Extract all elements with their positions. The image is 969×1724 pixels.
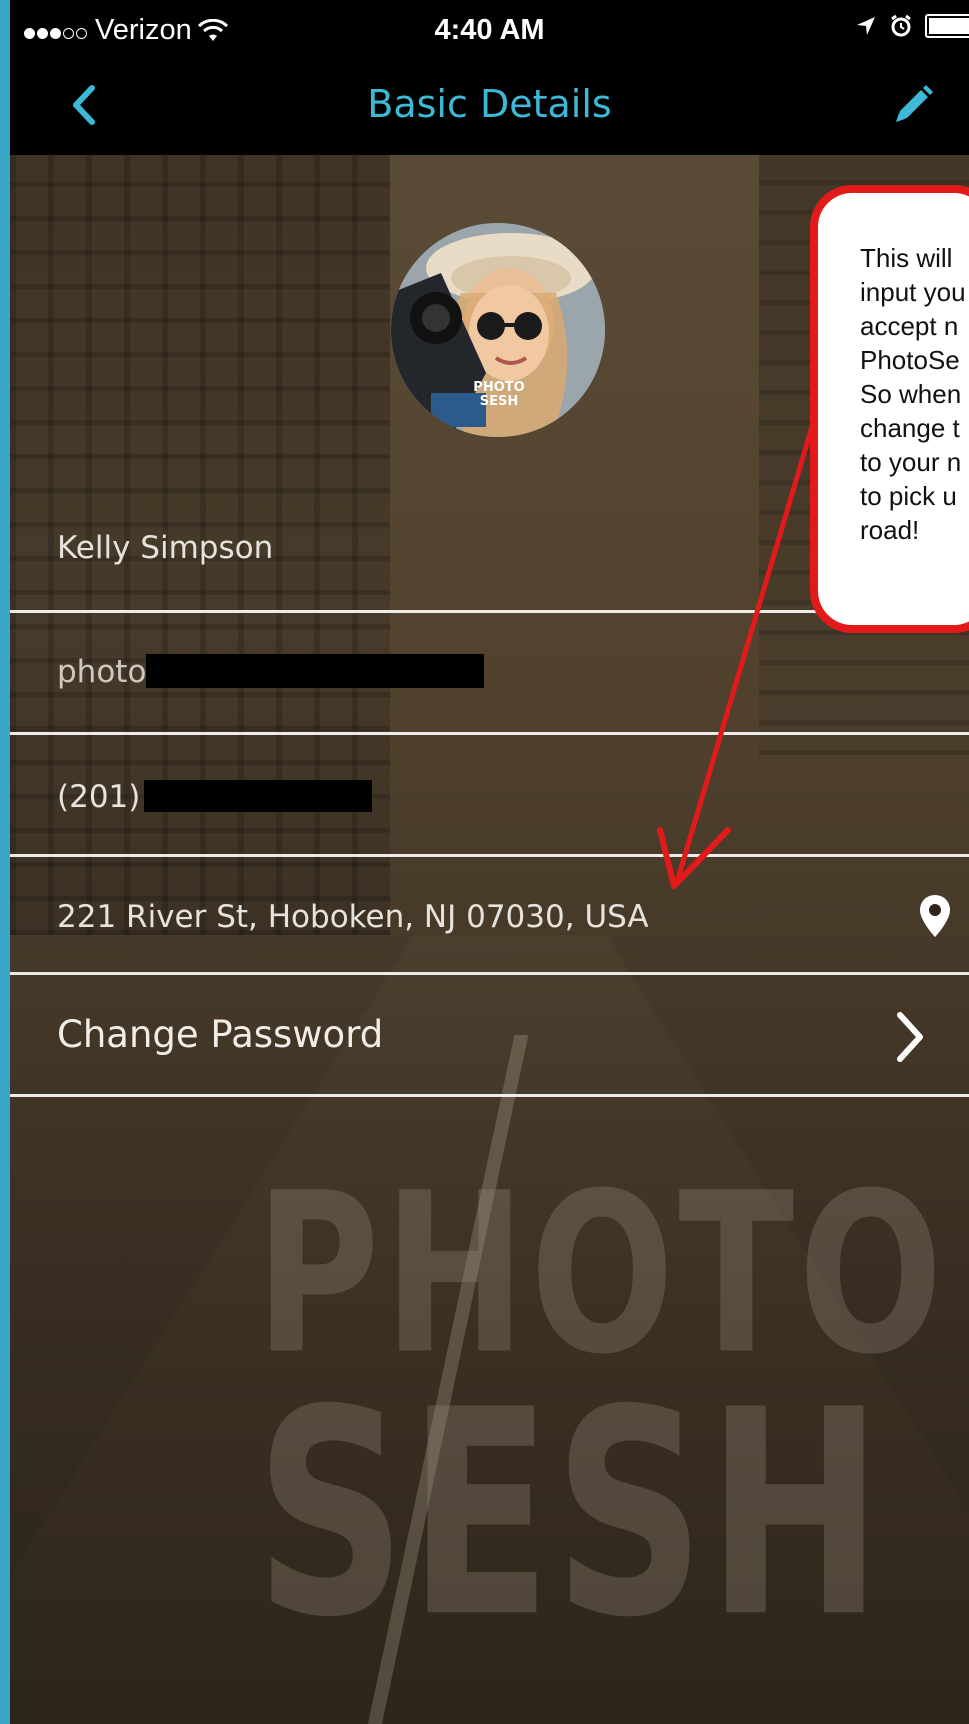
photosesh-watermark-logo: PHOTO SESH: [255, 1165, 943, 1657]
redaction-bar: [146, 653, 485, 688]
page-title: Basic Details: [367, 82, 612, 126]
callout-line: accept n: [860, 311, 959, 341]
address-value: 221 River St, Hoboken, NJ 07030, USA: [57, 899, 649, 935]
map-pin-icon[interactable]: [918, 893, 952, 939]
status-bar: Verizon 4:40 AM: [10, 0, 969, 58]
callout-line: This will: [860, 243, 953, 273]
callout-text: This will input you accept n PhotoSe So when…: [860, 241, 969, 547]
phone-field[interactable]: (201): [10, 735, 969, 857]
name-value: Kelly Simpson: [57, 530, 274, 566]
email-field[interactable]: photo: [10, 613, 969, 735]
pencil-icon[interactable]: [890, 82, 936, 128]
email-prefix: photo: [57, 654, 147, 690]
change-password-row[interactable]: Change Password: [10, 975, 969, 1097]
navigation-bar: Basic Details: [10, 58, 969, 155]
location-services-icon: [857, 17, 875, 35]
watermark-line-2: SESH: [255, 1348, 885, 1680]
change-password-label: Change Password: [57, 1013, 384, 1056]
avatar-badge: PHOTO SESH: [473, 380, 525, 409]
battery-icon: [925, 14, 969, 38]
redaction-bar: [144, 779, 373, 812]
app-frame: PHOTO SESH Verizon 4:40 AM Basic Details…: [10, 0, 969, 1724]
callout-line: So when: [860, 379, 962, 409]
callout-line: to your n: [860, 447, 962, 477]
alarm-icon: [891, 14, 911, 37]
clock: 4:40 AM: [434, 14, 545, 46]
callout-line: change t: [860, 413, 960, 443]
chevron-right-icon[interactable]: [890, 1009, 930, 1065]
callout-line: PhotoSe: [860, 345, 960, 375]
callout-line: to pick u: [860, 481, 957, 511]
callout-line: road!: [860, 515, 920, 545]
address-field[interactable]: 221 River St, Hoboken, NJ 07030, USA: [10, 857, 969, 975]
phone-value: (201): [57, 779, 373, 815]
status-icons: [855, 14, 969, 38]
annotation-callout: This will input you accept n PhotoSe So when…: [818, 193, 969, 625]
profile-avatar[interactable]: PHOTO SESH: [391, 223, 605, 437]
callout-line: input you: [860, 277, 966, 307]
email-value: photo: [57, 653, 485, 690]
phone-prefix: (201): [57, 779, 141, 815]
